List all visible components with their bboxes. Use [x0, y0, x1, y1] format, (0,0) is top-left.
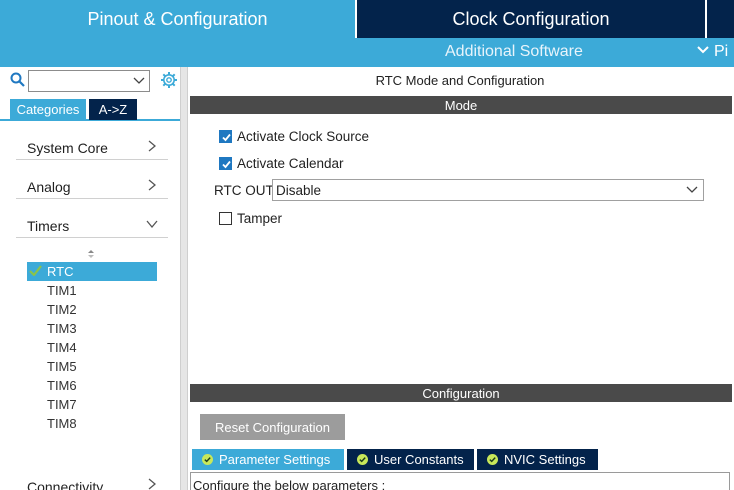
category-analog[interactable]: Analog — [16, 169, 168, 199]
additional-software-link[interactable]: Additional Software — [445, 43, 583, 61]
list-item-label: TIM1 — [47, 283, 77, 298]
list-item-label: TIM3 — [47, 321, 77, 336]
list-item-label: RTC — [47, 264, 74, 279]
sub-tab-bar: Additional Software Pi — [0, 38, 734, 67]
top-tab-bar: Pinout & Configuration Clock Configurati… — [0, 0, 734, 38]
tab-label: User Constants — [374, 452, 464, 467]
tab-nvic-settings[interactable]: NVIC Settings — [477, 449, 598, 470]
list-item[interactable]: TIM8 — [27, 414, 157, 433]
rtc-out-label: RTC OUT — [214, 183, 274, 198]
tab-label: NVIC Settings — [504, 452, 586, 467]
checkbox-label: Activate Calendar — [237, 155, 344, 171]
tab-overflow[interactable] — [707, 0, 734, 38]
category-connectivity[interactable]: Connectivity — [16, 470, 168, 490]
list-item[interactable]: TIM7 — [27, 395, 157, 414]
gear-icon[interactable] — [160, 71, 178, 89]
checkbox-label: Tamper — [237, 210, 283, 226]
list-item[interactable]: TIM2 — [27, 300, 157, 319]
check-circle-icon — [487, 454, 498, 465]
chevron-right-icon — [148, 140, 156, 152]
list-item-label: TIM5 — [47, 359, 77, 374]
search-input[interactable] — [28, 70, 150, 92]
category-timers[interactable]: Timers — [16, 208, 168, 238]
pinout-menu[interactable]: Pi — [714, 43, 728, 61]
category-label: Analog — [27, 179, 71, 195]
check-circle-icon — [357, 454, 368, 465]
checkbox-label: Activate Clock Source — [237, 128, 370, 144]
list-item-label: TIM8 — [47, 416, 77, 431]
activate-calendar-checkbox[interactable]: Activate Calendar — [219, 155, 344, 171]
activate-clock-source-checkbox[interactable]: Activate Clock Source — [219, 128, 369, 144]
tab-label: Parameter Settings — [219, 452, 331, 467]
chevron-down-icon[interactable] — [696, 42, 710, 62]
page-title: RTC Mode and Configuration — [375, 73, 545, 88]
list-item[interactable]: TIM1 — [27, 281, 157, 300]
list-item[interactable]: TIM5 — [27, 357, 157, 376]
chevron-right-icon — [148, 179, 156, 191]
list-item-label: TIM4 — [47, 340, 77, 355]
checkbox-checked[interactable] — [219, 156, 232, 170]
category-label: System Core — [27, 140, 108, 156]
chevron-right-icon — [148, 478, 156, 490]
list-item-label: TIM2 — [47, 302, 77, 317]
list-item-label: TIM7 — [47, 397, 77, 412]
tab-a-z[interactable]: A->Z — [89, 99, 137, 120]
rtc-out-select[interactable]: Disable — [272, 179, 704, 201]
list-item-label: TIM6 — [47, 378, 77, 393]
params-instructions: Configure the below parameters : — [193, 478, 386, 490]
timer-list: RTC TIM1 TIM2 TIM3 TIM4 TIM5 TIM6 TIM7 T… — [27, 262, 157, 433]
chevron-down-icon — [686, 186, 698, 193]
tab-pinout-configuration[interactable]: Pinout & Configuration — [0, 0, 355, 38]
list-item-rtc[interactable]: RTC — [27, 262, 157, 281]
checkbox-checked[interactable] — [219, 129, 232, 143]
parameter-settings-panel: Configure the below parameters : — [190, 472, 730, 490]
tab-clock-configuration[interactable]: Clock Configuration — [357, 0, 705, 38]
tamper-checkbox[interactable]: Tamper — [219, 210, 282, 226]
configuration-section-header: Configuration — [190, 384, 732, 402]
panel-splitter[interactable] — [180, 67, 188, 490]
tab-parameter-settings[interactable]: Parameter Settings — [192, 449, 344, 470]
checkmark-icon — [29, 265, 42, 276]
category-label: Timers — [27, 218, 70, 234]
tab-user-constants[interactable]: User Constants — [347, 449, 474, 470]
chevron-down-icon — [146, 220, 158, 228]
rtc-out-value: Disable — [276, 183, 322, 198]
list-item[interactable]: TIM6 — [27, 376, 157, 395]
category-label: Connectivity — [27, 479, 104, 490]
sort-icon[interactable] — [86, 247, 96, 259]
mode-section-header: Mode — [190, 96, 732, 114]
chevron-down-icon[interactable] — [133, 73, 145, 87]
checkbox-unchecked[interactable] — [219, 211, 232, 225]
list-item[interactable]: TIM3 — [27, 319, 157, 338]
tab-categories[interactable]: Categories — [10, 99, 86, 120]
check-circle-icon — [202, 454, 213, 465]
search-icon[interactable] — [10, 72, 26, 88]
category-system-core[interactable]: System Core — [16, 130, 168, 160]
list-item[interactable]: TIM4 — [27, 338, 157, 357]
reset-configuration-button[interactable]: Reset Configuration — [200, 414, 345, 440]
